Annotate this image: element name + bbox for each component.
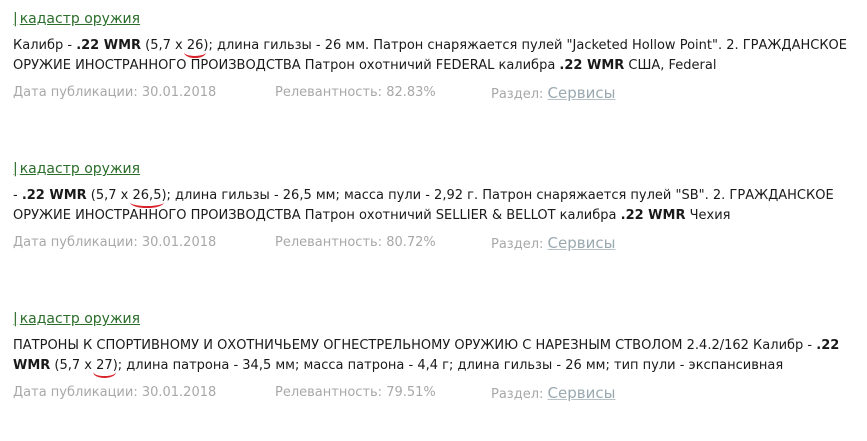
snippet-bold-term: .22 WMR [559,58,625,73]
result-snippet: - .22 WMR (5,7 х 26,5); длина гильзы - 2… [13,186,858,226]
section-label: Раздел: [491,387,548,402]
source-link-label: кадастр оружия [19,311,141,327]
snippet-bold-term: .22 WMR [21,188,87,203]
snippet-text: (5,7 х [86,188,133,203]
snippet-text: США, Federal [624,58,717,73]
snippet-text: Калибр - [13,38,77,53]
result-meta: Дата публикации: 30.01.2018 Релевантност… [13,234,858,254]
search-result: | кадастр оружия Калибр - .22 WMR (5,7 х … [13,8,858,104]
result-meta: Дата публикации: 30.01.2018 Релевантност… [13,384,858,404]
snippet-text: (5,7 х [141,38,187,53]
section-label: Раздел: [491,237,548,252]
relevance: Релевантность: 79.51% [275,385,436,400]
relevance: Релевантность: 80.72% [275,235,436,250]
snippet-text: (5,7 х [50,358,97,373]
source-link-label: кадастр оружия [19,161,141,177]
section: Раздел: Сервисы [491,84,615,104]
result-meta: Дата публикации: 30.01.2018 Релевантност… [13,84,858,104]
search-result: | кадастр оружия - .22 WMR (5,7 х 26,5); … [13,158,858,254]
section: Раздел: Сервисы [491,384,615,404]
result-snippet: ПАТРОНЫ К СПОРТИВНОМУ И ОХОТНИЧЬЕМУ ОГНЕ… [13,336,858,378]
search-result: | кадастр оружия ПАТРОНЫ К СПОРТИВНОМУ И … [13,308,858,404]
snippet-bold-term: .22 WMR [620,208,686,223]
snippet-bold-term: .22 WMR [76,38,142,53]
snippet-text: - [13,188,22,203]
snippet-highlight: 26,5 [129,186,165,208]
snippet-text: ); длина патрона - 34,5 мм; масса патрон… [112,358,784,373]
snippet-highlight: 27 [93,356,116,378]
relevance: Релевантность: 82.83% [275,85,436,100]
section-label: Раздел: [491,87,548,102]
publication-date: Дата публикации: 30.01.2018 [13,385,217,400]
source-link[interactable]: | кадастр оружия [13,160,140,178]
source-link[interactable]: | кадастр оружия [13,310,140,328]
publication-date: Дата публикации: 30.01.2018 [13,235,217,250]
source-link[interactable]: | кадастр оружия [13,10,140,28]
section: Раздел: Сервисы [491,234,615,254]
snippet-text: ПАТРОНЫ К СПОРТИВНОМУ И ОХОТНИЧЬЕМУ ОГНЕ… [13,338,817,353]
section-link[interactable]: Сервисы [548,234,616,252]
result-snippet: Калибр - .22 WMR (5,7 х 26); длина гильз… [13,36,858,76]
snippet-text: Чехия [685,208,731,223]
section-link[interactable]: Сервисы [548,84,616,102]
publication-date: Дата публикации: 30.01.2018 [13,85,217,100]
snippet-highlight: 26 [183,36,206,58]
section-link[interactable]: Сервисы [548,384,616,402]
source-link-label: кадастр оружия [19,11,141,27]
